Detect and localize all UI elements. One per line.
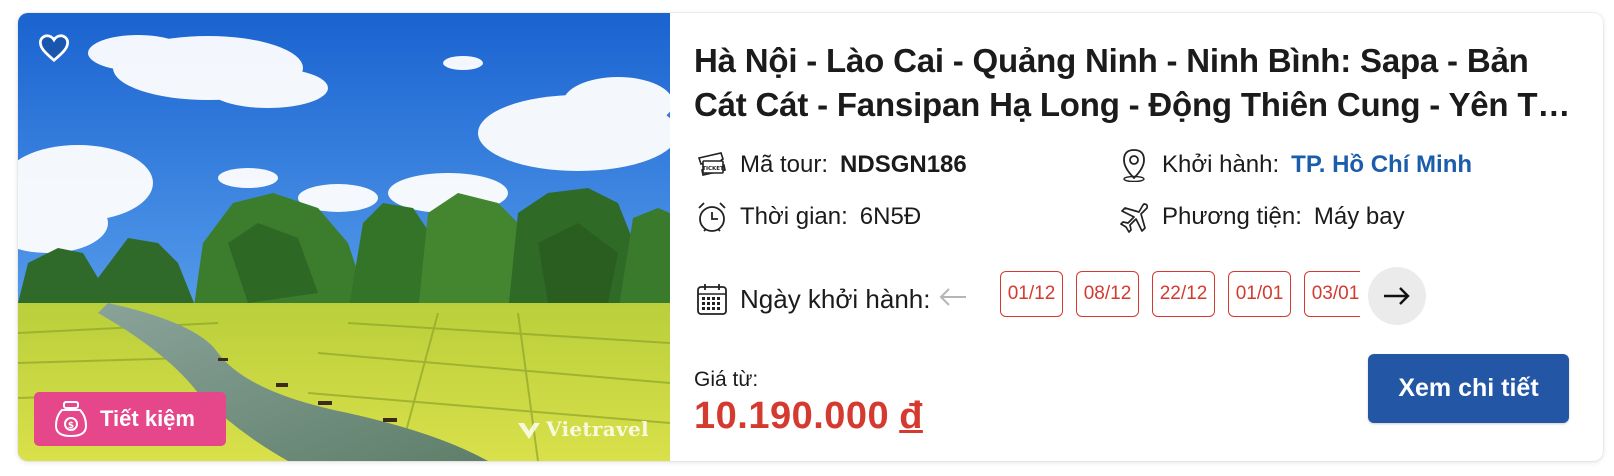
tour-code-value: NDSGN186 [840, 151, 967, 178]
airplane-icon [1116, 199, 1152, 235]
date-chip[interactable]: 01/01 [1228, 271, 1291, 317]
vietravel-logo-icon [518, 423, 540, 439]
departure-dates-row: Ngày khởi hành: [694, 275, 931, 323]
arrow-right-icon [1384, 287, 1410, 305]
piggy-jar-icon: $ [54, 401, 88, 438]
departure-dates-label: Ngày khởi hành: [740, 283, 931, 314]
savings-badge-label: Tiết kiệm [100, 406, 195, 431]
ticket-icon: TICKET [694, 147, 730, 183]
map-pin-icon [1116, 147, 1152, 183]
duration-row: Thời gian: 6N5Đ [694, 197, 921, 237]
price-value: 10.190.000 [694, 395, 890, 437]
departure-row: Khởi hành: TP. Hồ Chí Minh [1116, 145, 1472, 185]
duration-value: 6N5Đ [859, 203, 922, 230]
alarm-clock-icon [694, 199, 730, 235]
view-details-button[interactable]: Xem chi tiết [1368, 354, 1569, 423]
transport-row: Phương tiện: Máy bay [1116, 197, 1405, 237]
watermark-text: Vietravel [546, 417, 649, 441]
dates-next-button[interactable] [1368, 267, 1426, 325]
departure-value[interactable]: TP. Hồ Chí Minh [1291, 151, 1472, 179]
svg-text:TICKET: TICKET [702, 166, 724, 172]
vietravel-watermark: Vietravel [516, 417, 649, 441]
savings-badge: $ Tiết kiệm [34, 392, 226, 446]
transport-value: Máy bay [1313, 203, 1405, 230]
tour-code-row: TICKET Mã tour: NDSGN186 [694, 145, 967, 185]
tour-title[interactable]: Hà Nội - Lào Cai - Quảng Ninh - Ninh Bìn… [694, 39, 1574, 127]
date-chip[interactable]: 08/12 [1076, 271, 1139, 317]
heart-outline-icon [38, 34, 70, 63]
date-chip[interactable]: 01/12 [1000, 271, 1063, 317]
date-chip[interactable]: 03/01 [1304, 271, 1360, 317]
calendar-icon [694, 281, 730, 317]
departure-label: Khởi hành: [1162, 151, 1280, 178]
price-currency: đ [899, 395, 923, 437]
tour-info: Hà Nội - Lào Cai - Quảng Ninh - Ninh Bìn… [670, 13, 1603, 461]
date-chip[interactable]: 22/12 [1152, 271, 1215, 317]
departure-date-list: 01/12 08/12 22/12 01/01 03/01 [1000, 271, 1360, 319]
price-label: Giá từ: [694, 368, 759, 391]
favorite-button[interactable] [34, 29, 74, 67]
tour-card: $ Tiết kiệm Vietravel Hà Nội - Lào Cai -… [18, 13, 1603, 461]
price: 10.190.000 đ [694, 395, 923, 438]
tour-photo[interactable]: $ Tiết kiệm Vietravel [18, 13, 670, 461]
arrow-left-icon [939, 288, 966, 306]
tour-code-label: Mã tour: [740, 151, 829, 178]
dates-prev-button[interactable] [938, 275, 970, 319]
svg-text:$: $ [68, 421, 74, 431]
duration-label: Thời gian: [740, 203, 848, 230]
transport-label: Phương tiện: [1162, 203, 1302, 230]
